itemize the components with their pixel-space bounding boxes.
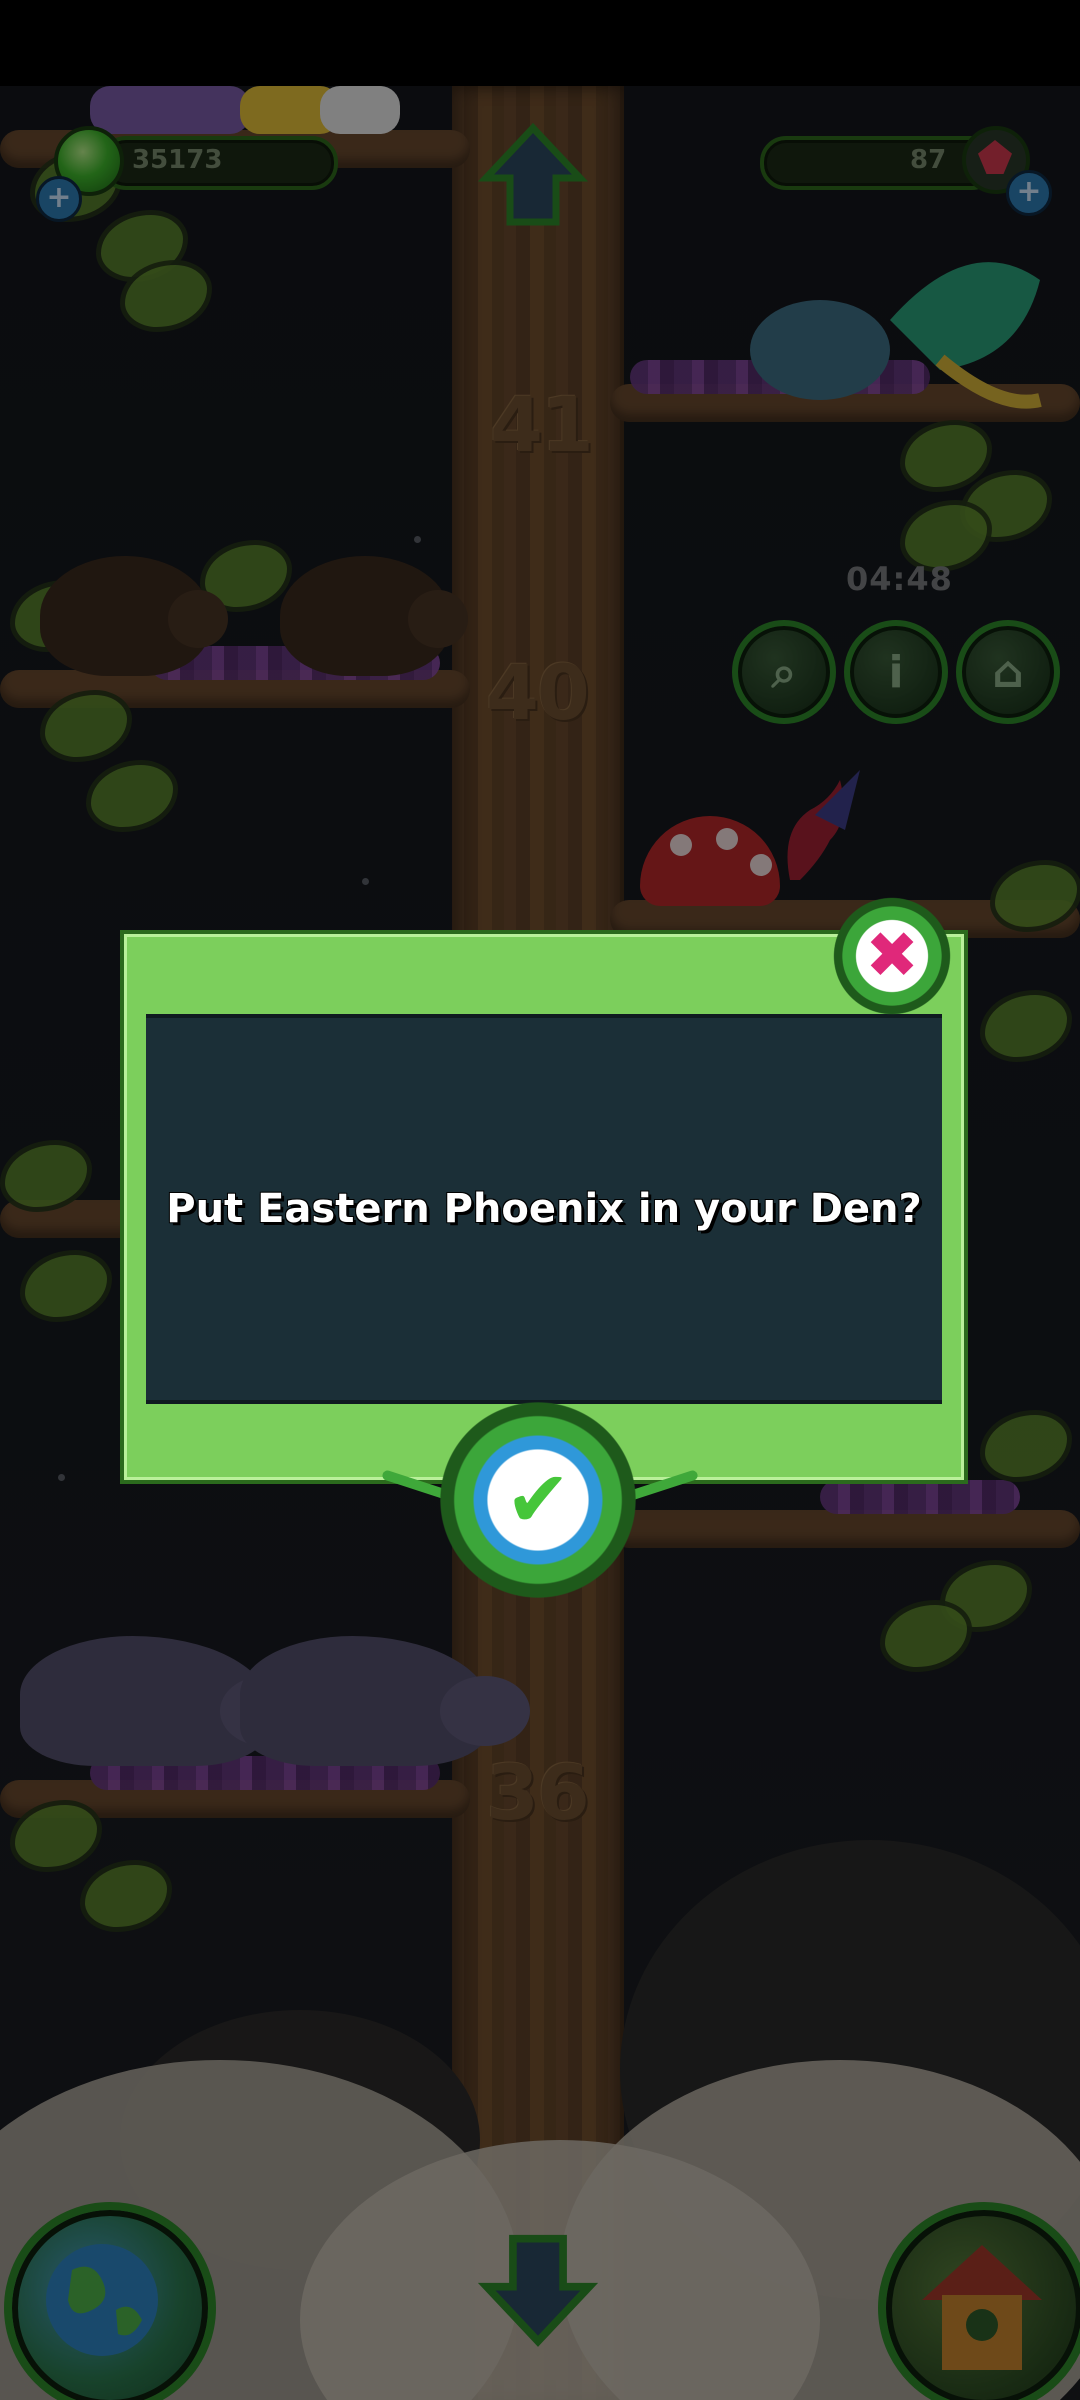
close-icon: ✖	[865, 919, 919, 993]
dialog-panel: Put Eastern Phoenix in your Den?	[146, 1014, 942, 1404]
checkmark-icon: ✔	[505, 1455, 571, 1545]
dialog-message: Put Eastern Phoenix in your Den?	[166, 1186, 922, 1232]
status-bar	[0, 0, 1080, 86]
confirm-button[interactable]: ✔	[440, 1402, 636, 1598]
close-button[interactable]: ✖	[832, 896, 952, 1016]
